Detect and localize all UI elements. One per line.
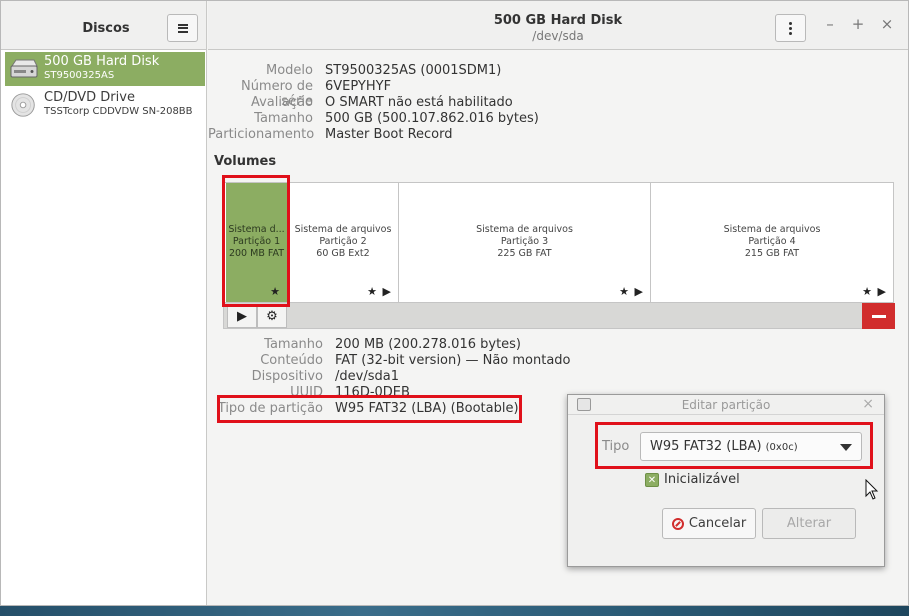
info-value: 200 MB (200.278.016 bytes) <box>335 337 522 352</box>
partition-text: Sistema de arquivos Partição 4 215 GB FA… <box>651 224 893 260</box>
partition-text: Sistema de arquivos Partição 2 60 GB Ext… <box>288 224 398 260</box>
disk-item-cd-dvd[interactable]: CD/DVD Drive TSSTcorp CDDVDW SN-208BB <box>5 88 205 122</box>
check-icon: ✕ <box>647 474 657 486</box>
partition-fs: Sistema de arquivos <box>294 224 392 235</box>
bootable-label: Inicializável <box>664 472 740 487</box>
volumes-map: Sistema d... Partição 1 200 MB FAT ★ Sis… <box>223 182 894 303</box>
partition-fs: Sistema de arquivos <box>476 224 573 235</box>
partition-size: 225 GB FAT <box>497 248 552 259</box>
highlight-partition-1 <box>222 175 290 307</box>
partition-size: 60 GB Ext2 <box>316 248 370 259</box>
info-value: 6VEPYHYF <box>325 79 392 94</box>
partition-text: Sistema de arquivos Partição 3 225 GB FA… <box>399 224 650 260</box>
sidebar-title-text: Discos <box>82 21 130 36</box>
info-label: Tamanho <box>254 111 313 126</box>
gears-icon: ⚙ <box>266 308 278 324</box>
hard-disk-icon <box>10 59 38 78</box>
delete-partition-button[interactable] <box>862 303 895 329</box>
disk-model: TSSTcorp CDDVDW SN-208BB <box>44 106 193 117</box>
sidebar: Discos 500 GB Hard Disk ST9500325AS CD/D… <box>1 1 207 605</box>
apply-label: Alterar <box>786 516 832 531</box>
optical-drive-icon <box>11 93 35 117</box>
dialog-title: Editar partição <box>681 398 771 412</box>
desktop-background <box>0 606 909 616</box>
info-value: /dev/sda1 <box>335 369 399 384</box>
partition-2[interactable]: Sistema de arquivos Partição 2 60 GB Ext… <box>288 183 399 302</box>
info-value: 500 GB (500.107.862.016 bytes) <box>325 111 539 126</box>
info-value: O SMART não está habilitado <box>325 95 513 110</box>
bootable-checkbox[interactable]: ✕ <box>645 473 659 487</box>
edit-partition-dialog: Editar partição × Tipo W95 FAT32 (LBA) (… <box>567 394 885 567</box>
cancel-label: Cancelar <box>688 516 747 531</box>
info-label: Particionamento <box>208 127 315 142</box>
drive-options-button[interactable] <box>775 14 806 42</box>
minus-icon <box>871 314 886 318</box>
info-value: FAT (32-bit version) — Não montado <box>335 353 571 368</box>
partition-settings-button[interactable]: ⚙ <box>257 304 287 328</box>
highlight-partition-type <box>217 395 522 423</box>
dialog-titlebar: Editar partição × <box>568 395 884 415</box>
cancel-button[interactable]: Cancelar <box>662 508 756 539</box>
main-header: 500 GB Hard Disk /dev/sda – + × <box>208 1 908 50</box>
info-value: Master Boot Record <box>325 127 453 142</box>
disk-item-hard-disk[interactable]: 500 GB Hard Disk ST9500325AS <box>5 52 205 86</box>
cancel-icon <box>671 517 684 530</box>
info-label: Conteúdo <box>260 353 323 368</box>
hamburger-icon <box>177 23 188 33</box>
play-icon: ▶ <box>237 308 247 324</box>
mouse-cursor-icon <box>865 479 879 500</box>
disk-model: ST9500325AS <box>44 70 115 81</box>
sidebar-header: Discos <box>1 1 206 50</box>
info-label: Tamanho <box>264 337 323 352</box>
disk-name: 500 GB Hard Disk <box>44 54 160 69</box>
volumes-heading: Volumes <box>214 154 277 169</box>
close-button[interactable]: × <box>879 16 895 32</box>
partition-3[interactable]: Sistema de arquivos Partição 3 225 GB FA… <box>399 183 651 302</box>
star-play-icon: ★ ▶ <box>862 285 887 298</box>
info-label: Dispositivo <box>251 369 323 384</box>
volumes-toolbar: ▶ ⚙ <box>223 303 895 329</box>
apply-button[interactable]: Alterar <box>762 508 856 539</box>
info-value: ST9500325AS (0001SDM1) <box>325 63 502 78</box>
maximize-button[interactable]: + <box>850 16 866 32</box>
disks-window: Discos 500 GB Hard Disk ST9500325AS CD/D… <box>0 0 909 606</box>
mount-button[interactable]: ▶ <box>227 304 257 328</box>
partition-name: Partição 2 <box>319 236 367 247</box>
info-label: Avaliação <box>250 95 313 110</box>
partition-name: Partição 4 <box>748 236 796 247</box>
app-menu-button[interactable] <box>167 14 198 42</box>
minimize-button[interactable]: – <box>822 16 838 32</box>
dialog-close-button[interactable]: × <box>862 396 874 412</box>
partition-4[interactable]: Sistema de arquivos Partição 4 215 GB FA… <box>651 183 893 302</box>
info-label: Modelo <box>266 63 313 78</box>
kebab-menu-icon <box>789 21 792 25</box>
disk-name: CD/DVD Drive <box>44 90 135 105</box>
highlight-type-select <box>595 422 873 469</box>
partition-fs: Sistema de arquivos <box>723 224 821 235</box>
partition-name: Partição 3 <box>500 236 549 247</box>
star-play-icon: ★ ▶ <box>367 285 392 298</box>
partition-size: 215 GB FAT <box>744 248 800 259</box>
star-play-icon: ★ ▶ <box>619 285 644 298</box>
